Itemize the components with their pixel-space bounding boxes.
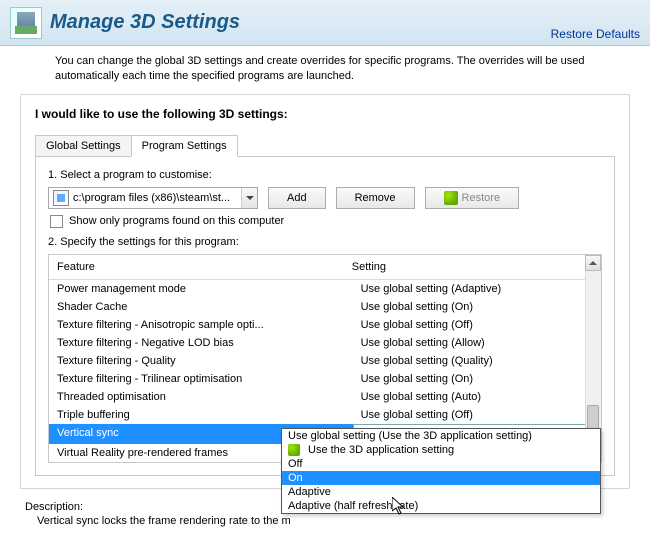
setting-cell[interactable]: Use global setting (Adaptive) [353, 280, 601, 298]
dropdown-option[interactable]: Adaptive [282, 485, 600, 499]
header: Manage 3D Settings Restore Defaults [0, 0, 650, 46]
feature-cell: Triple buffering [49, 406, 353, 424]
setting-cell[interactable]: Use global setting (On) [353, 370, 601, 388]
dropdown-option[interactable]: Use the 3D application setting [282, 443, 600, 457]
vsync-dropdown[interactable]: Use global setting (Use the 3D applicati… [281, 428, 601, 514]
col-setting: Setting [344, 255, 585, 279]
feature-cell: Texture filtering - Anisotropic sample o… [49, 316, 353, 334]
table-row[interactable]: Triple bufferingUse global setting (Off) [49, 406, 601, 424]
table-row[interactable]: Threaded optimisationUse global setting … [49, 388, 601, 406]
dropdown-option[interactable]: Off [282, 457, 600, 471]
app-icon [10, 7, 42, 39]
setting-cell[interactable]: Use global setting (Allow) [353, 334, 601, 352]
program-select[interactable]: c:\program files (x86)\steam\st... [48, 187, 258, 209]
table-row[interactable]: Power management modeUse global setting … [49, 280, 601, 298]
setting-cell[interactable]: Use global setting (Quality) [353, 352, 601, 370]
remove-button[interactable]: Remove [336, 187, 415, 209]
feature-cell: Texture filtering - Trilinear optimisati… [49, 370, 353, 388]
chevron-down-icon [241, 188, 257, 208]
dropdown-option[interactable]: Adaptive (half refresh rate) [282, 499, 600, 513]
setting-cell[interactable]: Use global setting (Off) [353, 316, 601, 334]
restore-button[interactable]: Restore [425, 187, 520, 209]
grid-header: Feature Setting [49, 255, 601, 280]
col-feature: Feature [49, 255, 344, 279]
step1-label: 1. Select a program to customise: [48, 169, 602, 181]
feature-cell: Shader Cache [49, 298, 353, 316]
feature-cell: Texture filtering - Negative LOD bias [49, 334, 353, 352]
restore-defaults-link[interactable]: Restore Defaults [551, 27, 640, 41]
description-text: Vertical sync locks the frame rendering … [25, 515, 625, 527]
setting-cell[interactable]: Use global setting (On) [353, 298, 601, 316]
setting-cell[interactable]: Use global setting (Off) [353, 406, 601, 424]
tab-global-settings[interactable]: Global Settings [35, 135, 132, 156]
step2-label: 2. Specify the settings for this program… [48, 236, 602, 248]
feature-cell: Power management mode [49, 280, 353, 298]
table-row[interactable]: Shader CacheUse global setting (On) [49, 298, 601, 316]
panel-heading: I would like to use the following 3D set… [35, 107, 615, 121]
dropdown-option[interactable]: Use global setting (Use the 3D applicati… [282, 429, 600, 443]
dropdown-option[interactable]: On [282, 471, 600, 485]
scroll-up-icon[interactable] [585, 255, 601, 271]
table-row[interactable]: Texture filtering - Negative LOD biasUse… [49, 334, 601, 352]
table-row[interactable]: Texture filtering - Trilinear optimisati… [49, 370, 601, 388]
restore-button-label: Restore [462, 192, 501, 204]
add-button[interactable]: Add [268, 187, 326, 209]
table-row[interactable]: Texture filtering - Anisotropic sample o… [49, 316, 601, 334]
nvidia-icon [444, 191, 458, 205]
feature-cell: Threaded optimisation [49, 388, 353, 406]
setting-cell[interactable]: Use global setting (Auto) [353, 388, 601, 406]
tabs: Global Settings Program Settings [35, 135, 615, 157]
feature-cell: Texture filtering - Quality [49, 352, 353, 370]
table-row[interactable]: Texture filtering - QualityUse global se… [49, 352, 601, 370]
program-select-text: c:\program files (x86)\steam\st... [73, 192, 241, 204]
nvidia-icon [288, 444, 300, 456]
intro-text: You can change the global 3D settings an… [0, 46, 650, 90]
show-only-found-checkbox[interactable] [50, 215, 63, 228]
tab-program-settings[interactable]: Program Settings [131, 135, 238, 157]
program-icon [53, 190, 69, 206]
page-title: Manage 3D Settings [50, 11, 240, 34]
show-only-found-label: Show only programs found on this compute… [69, 215, 284, 227]
